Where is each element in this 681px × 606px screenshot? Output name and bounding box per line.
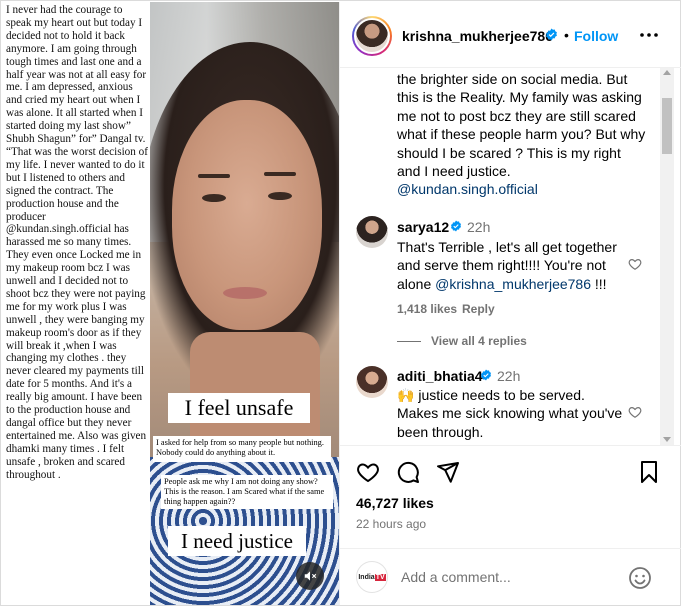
comment-text: That's Terrible , let's all get together…	[397, 238, 627, 293]
mute-button[interactable]	[296, 562, 324, 590]
author-username[interactable]: krishna_mukherjee786	[402, 28, 553, 44]
verified-badge-icon	[546, 28, 557, 41]
viewer-badge-text: India	[358, 573, 375, 581]
post-caption: the brighter side on social media. But t…	[397, 70, 647, 199]
comment-avatar-aditi-bhatia4[interactable]	[356, 366, 388, 398]
follow-button[interactable]: Follow	[574, 28, 618, 44]
overlay-people-ask: People ask me why I am not doing any sho…	[161, 475, 333, 509]
save-bookmark-icon[interactable]	[637, 460, 661, 484]
instagram-post: I never had the courage to speak my hear…	[0, 0, 681, 606]
post-media[interactable]: I never had the courage to speak my hear…	[2, 2, 339, 605]
comment-text-part: justice needs to be served. Makes me sic…	[397, 387, 623, 440]
caption-mention[interactable]: @kundan.singh.official	[397, 181, 538, 197]
scroll-up-arrow-icon[interactable]	[663, 70, 671, 75]
view-replies-button[interactable]: View all 4 replies	[431, 334, 527, 348]
scroll-down-arrow-icon[interactable]	[663, 437, 671, 442]
post-like-count[interactable]: 46,727 likes	[356, 495, 434, 511]
comments-scrollbar-thumb[interactable]	[662, 98, 672, 154]
add-comment-input[interactable]	[401, 565, 601, 589]
comments-section[interactable]: the brighter side on social media. But t…	[340, 68, 681, 446]
overlay-need-justice: I need justice	[168, 526, 306, 556]
selfie-photo	[150, 2, 339, 605]
comment-reply-button[interactable]: Reply	[462, 302, 495, 316]
comment-username[interactable]: aditi_bhatia4	[397, 368, 483, 384]
verified-badge-icon	[481, 369, 491, 381]
viewer-badge-text: TV	[374, 573, 386, 581]
caption-text: the brighter side on social media. But t…	[397, 71, 646, 180]
comment-text: 🙌 justice needs to be served. Makes me s…	[397, 386, 627, 441]
like-heart-icon[interactable]	[356, 460, 380, 484]
more-options-icon[interactable]	[637, 23, 661, 47]
overlay-feel-unsafe: I feel unsafe	[168, 393, 310, 423]
comment-timestamp[interactable]: 22h	[497, 368, 520, 384]
post-timestamp[interactable]: 22 hours ago	[356, 517, 426, 531]
verified-badge-icon	[451, 220, 461, 232]
share-send-icon[interactable]	[436, 460, 460, 484]
media-side-text: I never had the courage to speak my hear…	[6, 4, 148, 481]
photo-eye-right	[268, 192, 292, 200]
comment-bubble-icon[interactable]	[396, 460, 420, 484]
replies-divider	[397, 341, 421, 342]
media-text-column: I never had the courage to speak my hear…	[2, 2, 150, 605]
emoji-smiley-icon[interactable]	[628, 566, 652, 590]
comment-username[interactable]: sarya12	[397, 219, 449, 235]
viewer-avatar: India TV	[356, 561, 388, 593]
photo-brow-right	[264, 172, 296, 176]
overlay-asked-for-help: I asked for help from so many people but…	[153, 436, 331, 462]
comment-like-heart-icon[interactable]	[628, 405, 642, 419]
author-avatar[interactable]	[352, 16, 392, 56]
photo-lips	[223, 287, 267, 299]
header-separator: •	[564, 27, 569, 43]
post-side-panel: krishna_mukherjee786 • Follow the bright…	[339, 2, 681, 605]
speaker-muted-icon	[304, 571, 317, 581]
add-comment-bar: India TV	[340, 548, 681, 605]
comment-like-heart-icon[interactable]	[628, 257, 642, 271]
photo-eye-left	[202, 194, 226, 202]
comment-avatar-sarya12[interactable]	[356, 216, 388, 248]
comment-timestamp[interactable]: 22h	[467, 219, 490, 235]
post-actions-bar	[340, 446, 681, 492]
post-header: krishna_mukherjee786 • Follow	[340, 2, 681, 68]
photo-brow-left	[198, 174, 230, 178]
comment-text-part: !!!	[594, 275, 607, 292]
raising-hands-emoji: 🙌	[397, 387, 415, 403]
comment-like-count[interactable]: 1,418 likes	[397, 302, 457, 316]
comment-mention[interactable]: @krishna_mukherjee786	[435, 276, 591, 292]
